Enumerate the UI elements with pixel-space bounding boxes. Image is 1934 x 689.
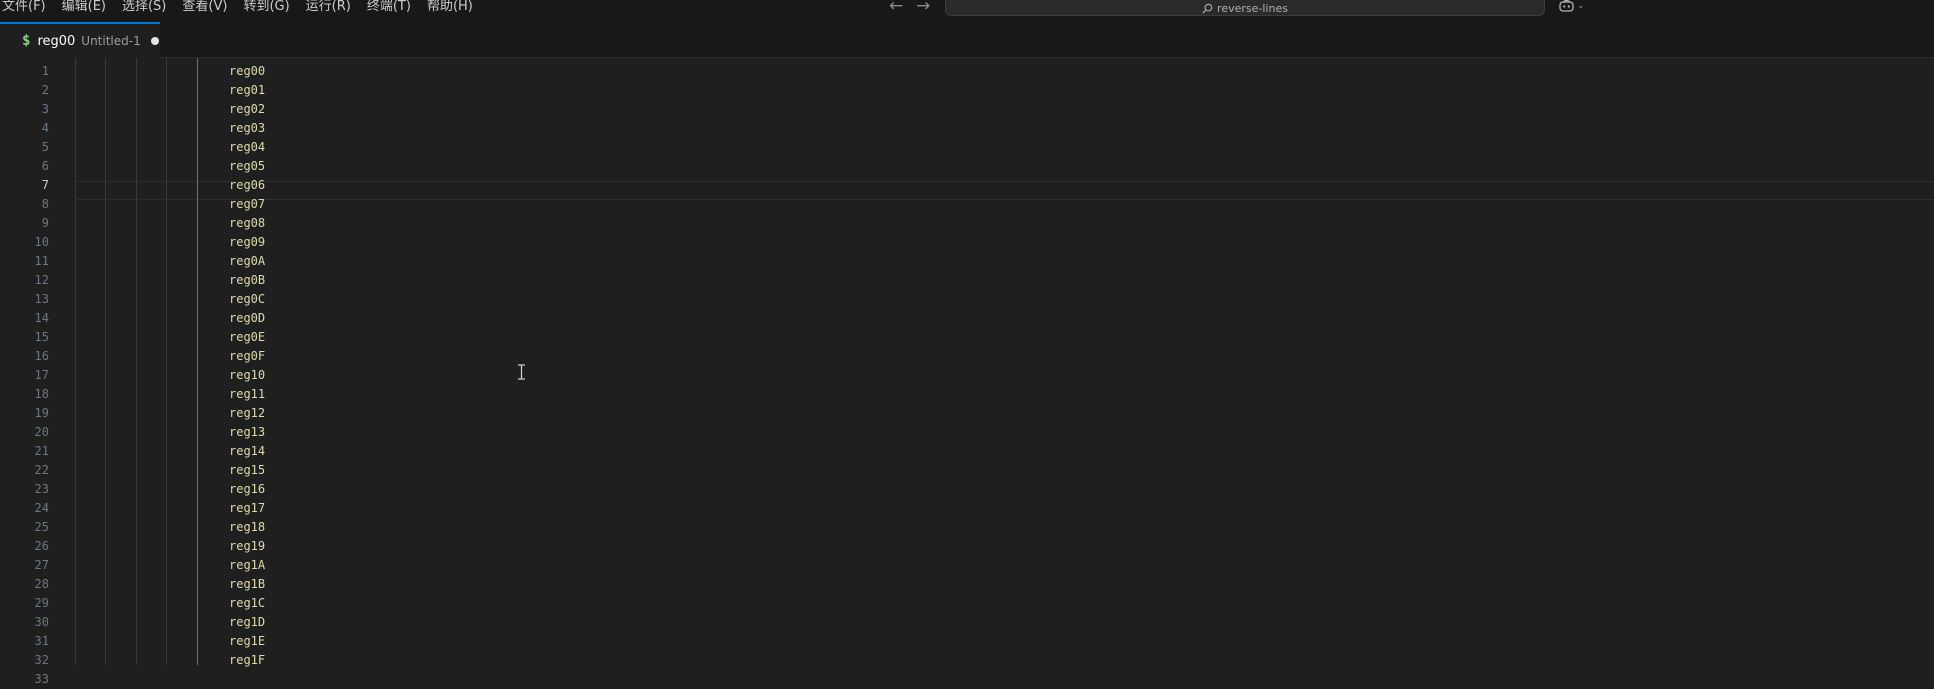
line-number: 19 (34, 406, 49, 420)
code-line[interactable]: reg02 (229, 100, 265, 119)
code-line[interactable]: reg04 (229, 138, 265, 157)
code-line[interactable]: reg05 (229, 157, 265, 176)
indent-guide (197, 58, 198, 665)
line-number: 13 (34, 292, 49, 306)
code-line[interactable]: reg14 (229, 442, 265, 461)
line-number: 8 (41, 197, 49, 211)
line-number: 2 (41, 83, 49, 97)
menu-terminal[interactable]: 终端(T) (367, 0, 411, 14)
line-number: 28 (34, 577, 49, 591)
code-line[interactable]: reg1D (229, 613, 265, 632)
code-line[interactable]: reg0F (229, 347, 265, 366)
indent-guide (75, 58, 76, 665)
search-icon (1202, 3, 1213, 14)
copilot-icon (1559, 0, 1574, 12)
code-line[interactable]: reg1E (229, 632, 265, 651)
code-line[interactable]: reg1C (229, 594, 265, 613)
tab-reg00[interactable]: $ reg00 Untitled-1 (0, 22, 160, 58)
code-line[interactable]: reg11 (229, 385, 265, 404)
tab-bar: $ reg00 Untitled-1 (0, 20, 1934, 58)
line-number: 14 (34, 311, 49, 325)
code-line[interactable]: reg1F (229, 651, 265, 670)
menu-view[interactable]: 查看(V) (182, 0, 227, 14)
line-number: 23 (34, 482, 49, 496)
line-number: 33 (34, 672, 49, 686)
menu-go[interactable]: 转到(G) (243, 0, 289, 14)
code-line[interactable]: reg15 (229, 461, 265, 480)
menu-file[interactable]: 文件(F) (2, 0, 46, 14)
copilot-button[interactable]: ⌄ (1558, 0, 1585, 13)
editor[interactable]: 1 2 3 4 5 6 7 8 9 10 11 12 13 14 15 16 17 18 19 20 21 22 23 24 2… (0, 58, 1934, 688)
indent-guide (136, 58, 137, 665)
line-number: 24 (34, 501, 49, 515)
line-number: 26 (34, 539, 49, 553)
back-arrow-icon[interactable]: ← (889, 0, 903, 15)
code-line[interactable]: reg10 (229, 366, 265, 385)
code-line[interactable]: reg0A (229, 252, 265, 271)
code-line[interactable]: reg18 (229, 518, 265, 537)
code-line[interactable]: reg0E (229, 328, 265, 347)
code-line[interactable]: reg09 (229, 233, 265, 252)
line-number: 9 (41, 216, 49, 230)
line-number: 32 (34, 653, 49, 667)
unsaved-dot-icon[interactable] (150, 37, 159, 45)
code-line[interactable]: reg16 (229, 480, 265, 499)
current-line-highlight (75, 181, 1934, 200)
line-number: 12 (34, 273, 49, 287)
forward-arrow-icon[interactable]: → (916, 0, 930, 15)
line-number: 10 (34, 235, 49, 249)
menu-run[interactable]: 运行(R) (306, 0, 351, 14)
code-line[interactable]: reg0C (229, 290, 265, 309)
tab-description: Untitled-1 (81, 34, 141, 48)
code-line[interactable]: reg1A (229, 556, 265, 575)
line-number: 11 (34, 254, 49, 268)
line-number: 1 (41, 64, 49, 78)
code-line[interactable]: reg00 (229, 62, 265, 81)
code-line[interactable]: reg13 (229, 423, 265, 442)
line-number: 31 (34, 634, 49, 648)
line-number: 16 (34, 349, 49, 363)
code-line[interactable]: reg01 (229, 81, 265, 100)
indent-guide (105, 58, 106, 665)
line-number: 4 (41, 121, 49, 135)
line-number: 22 (34, 463, 49, 477)
indent-guide (166, 58, 167, 665)
line-number: 29 (34, 596, 49, 610)
line-number: 6 (41, 159, 49, 173)
title-bar: 文件(F) 编辑(E) 选择(S) 查看(V) 转到(G) 运行(R) 终端(T… (0, 0, 1934, 20)
code-line[interactable]: reg12 (229, 404, 265, 423)
code-line[interactable]: reg19 (229, 537, 265, 556)
line-number: 25 (34, 520, 49, 534)
menu-selection[interactable]: 选择(S) (122, 0, 166, 14)
line-number: 5 (41, 140, 49, 154)
code-line[interactable]: reg0D (229, 309, 265, 328)
line-number: 17 (34, 368, 49, 382)
menu-edit[interactable]: 编辑(E) (62, 0, 106, 14)
line-number: 18 (34, 387, 49, 401)
menu-help[interactable]: 帮助(H) (427, 0, 473, 14)
line-number: 20 (34, 425, 49, 439)
command-center[interactable]: reverse-lines (945, 0, 1545, 16)
line-number: 7 (41, 178, 49, 192)
code-line[interactable]: reg1B (229, 575, 265, 594)
menu-bar: 文件(F) 编辑(E) 选择(S) 查看(V) 转到(G) 运行(R) 终端(T… (0, 0, 489, 14)
line-number: 15 (34, 330, 49, 344)
line-number: 27 (34, 558, 49, 572)
line-number: 3 (41, 102, 49, 116)
code-line[interactable]: reg03 (229, 119, 265, 138)
chevron-down-icon[interactable]: ⌄ (1577, 1, 1585, 11)
command-center-label: reverse-lines (1217, 1, 1288, 15)
code-line[interactable]: reg06 (229, 176, 265, 195)
line-number-gutter: 1 2 3 4 5 6 7 8 9 10 11 12 13 14 15 16 17 18 19 20 21 22 23 24 2… (0, 58, 62, 688)
shell-file-icon: $ (22, 33, 31, 49)
code-line[interactable]: reg07 (229, 195, 265, 214)
code-line[interactable]: reg17 (229, 499, 265, 518)
line-number: 30 (34, 615, 49, 629)
tab-title: reg00 (37, 33, 76, 49)
line-number: 21 (34, 444, 49, 458)
code-line[interactable]: reg08 (229, 214, 265, 233)
code-line[interactable]: reg0B (229, 271, 265, 290)
text-cursor-icon (518, 364, 525, 380)
